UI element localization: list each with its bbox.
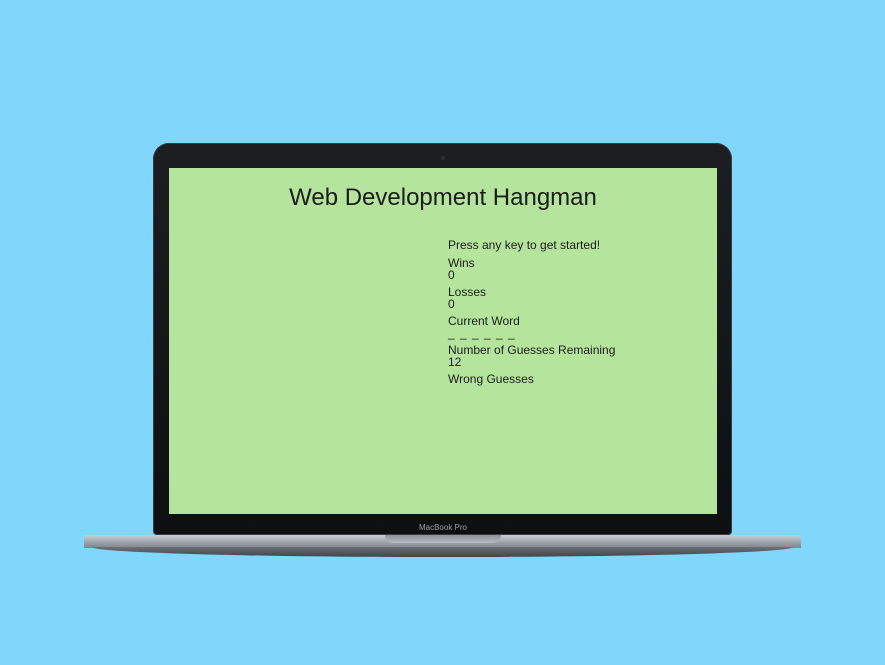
guesses-remaining-label: Number of Guesses Remaining bbox=[448, 343, 616, 357]
current-word-section: Current Word _ _ _ _ _ _ bbox=[448, 315, 708, 339]
guesses-remaining-value: 12 bbox=[448, 355, 462, 369]
wrong-guesses-label: Wrong Guesses bbox=[448, 372, 534, 386]
game-panel: Press any key to get started! Wins 0 Los… bbox=[448, 239, 708, 390]
losses-label: Losses bbox=[448, 285, 487, 299]
losses-value: 0 bbox=[448, 297, 455, 311]
wrong-guesses-section: Wrong Guesses bbox=[448, 373, 708, 385]
camera-icon bbox=[441, 156, 445, 160]
wins-section: Wins 0 bbox=[448, 257, 708, 281]
hinge-notch bbox=[385, 535, 501, 543]
laptop-base-bottom bbox=[92, 547, 793, 557]
device-label: MacBook Pro bbox=[418, 523, 468, 532]
wins-value: 0 bbox=[448, 268, 455, 282]
losses-section: Losses 0 bbox=[448, 286, 708, 310]
current-word-value: _ _ _ _ _ _ bbox=[448, 326, 516, 340]
laptop-screen: Web Development Hangman Press any key to… bbox=[169, 168, 717, 514]
guesses-remaining-section: Number of Guesses Remaining 12 bbox=[448, 344, 708, 368]
start-prompt: Press any key to get started! bbox=[448, 238, 601, 252]
page-title: Web Development Hangman bbox=[289, 184, 597, 211]
wins-label: Wins bbox=[448, 256, 475, 270]
